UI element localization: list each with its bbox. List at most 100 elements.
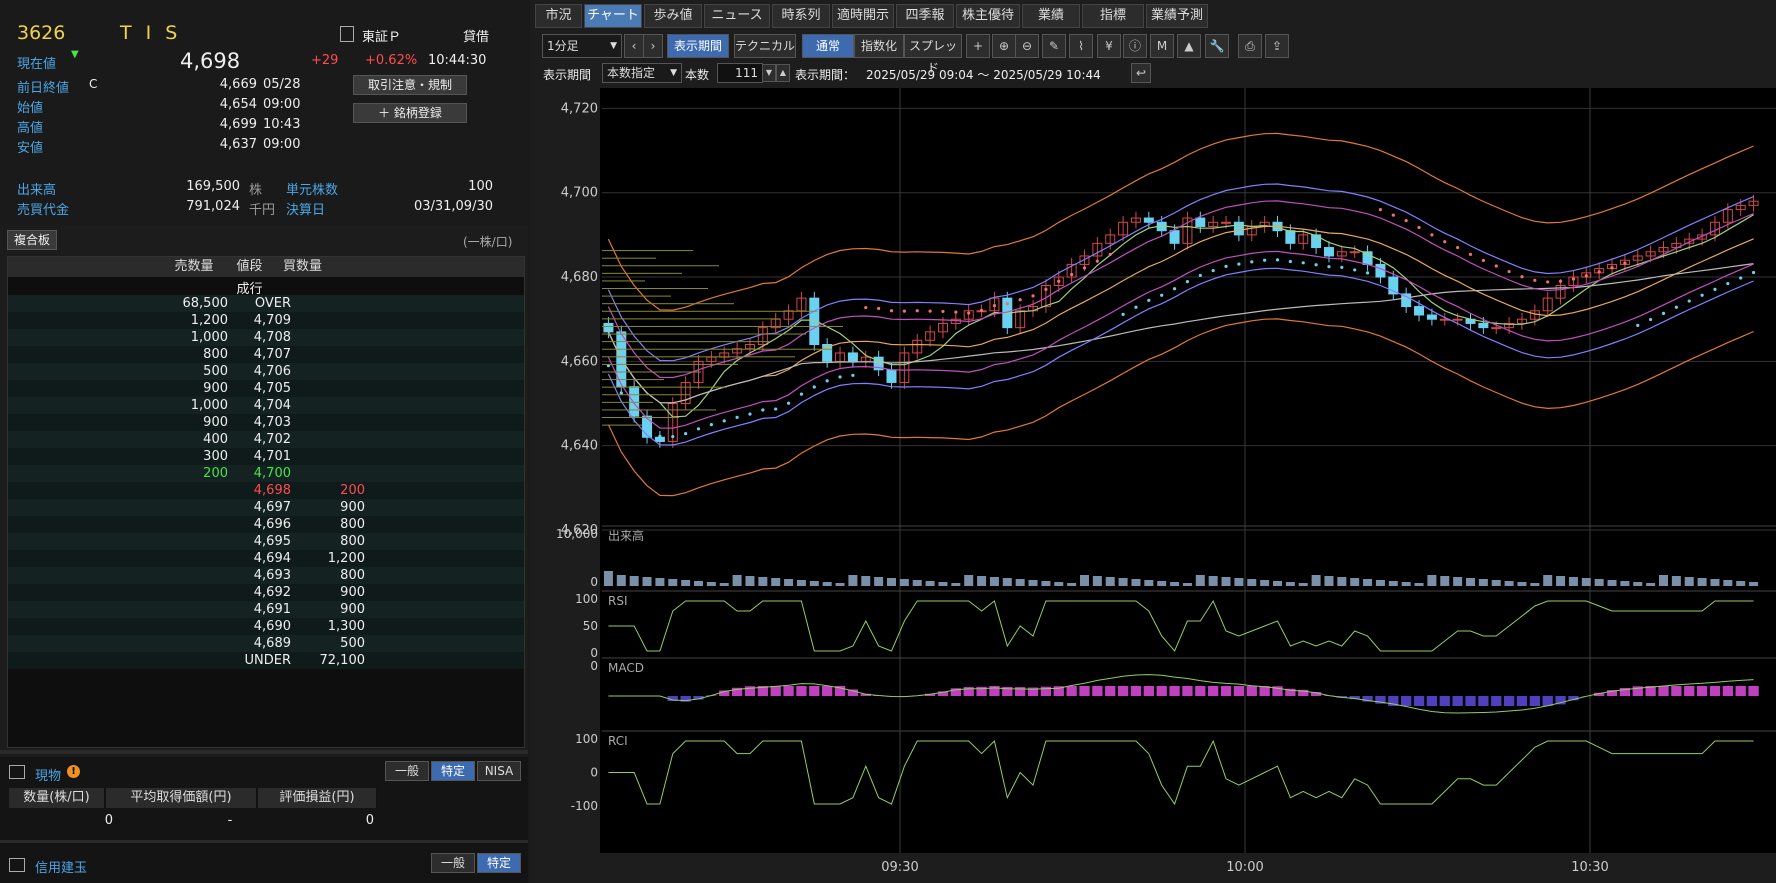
book-row[interactable]: 4,697 900 (8, 499, 524, 516)
tab-7[interactable]: 株主優待 (956, 4, 1020, 28)
technical-button[interactable]: テクニカル (734, 34, 796, 58)
tab-6[interactable]: 四季報 (896, 4, 954, 28)
macd-bar (1709, 686, 1721, 696)
candle-body[interactable] (1349, 251, 1360, 254)
book-row[interactable]: 4,690 1,300 (8, 618, 524, 635)
register-button[interactable]: ＋ 銘柄登録 (353, 103, 467, 123)
tab-1[interactable]: チャート (584, 4, 642, 28)
tab-2[interactable]: 歩み値 (644, 4, 702, 28)
wrench-icon[interactable]: 🔧 (1205, 34, 1229, 58)
tab-8[interactable]: 業績 (1022, 4, 1080, 28)
candle-body[interactable] (1375, 263, 1386, 278)
psar-dot (786, 401, 791, 405)
candle-body[interactable] (1414, 306, 1425, 316)
book-row[interactable]: 4,693 800 (8, 567, 524, 584)
reset-icon[interactable]: ↩ (1131, 63, 1151, 83)
zoom-out-icon[interactable]: ⊖ (1015, 34, 1039, 58)
book-row[interactable]: 4,698 200 (8, 482, 524, 499)
candle-body[interactable] (1169, 230, 1180, 244)
count-up-icon[interactable]: ▲ (776, 64, 790, 82)
yen-icon[interactable]: ¥ (1097, 34, 1121, 58)
info-icon[interactable]: ⓘ (1123, 34, 1147, 58)
tab-general[interactable]: 一般 (385, 761, 429, 781)
tab-specific[interactable]: 特定 (431, 761, 475, 781)
candle-body[interactable] (1323, 247, 1334, 257)
book-row[interactable]: 1,000 4,704 (8, 397, 524, 414)
book-row[interactable]: 1,000 4,708 (8, 329, 524, 346)
pencil-icon[interactable]: ✎ (1042, 34, 1066, 58)
tab-9[interactable]: 指標 (1082, 4, 1144, 28)
window-icon[interactable] (9, 765, 25, 779)
book-row[interactable]: 800 4,707 (8, 346, 524, 363)
book-row[interactable]: 4,691 900 (8, 601, 524, 618)
candle-body[interactable] (1143, 217, 1154, 223)
zoom-in-icon[interactable]: ⊕ (992, 34, 1016, 58)
candle-body[interactable] (1491, 327, 1502, 330)
book-row[interactable]: 4,692 900 (8, 584, 524, 601)
chart-area[interactable]: 4,7204,7004,6804,6604,6404,62009:30 10:00… (530, 88, 1776, 883)
candle-body[interactable] (1233, 221, 1244, 236)
plus-icon: ＋ (378, 106, 394, 120)
book-row[interactable]: 68,500 OVER (8, 295, 524, 312)
my-icon[interactable]: M (1150, 34, 1174, 58)
book-row[interactable]: 900 4,705 (8, 380, 524, 397)
tab-0[interactable]: 市況 (535, 4, 582, 28)
candle-body[interactable] (847, 352, 858, 362)
holdings-avg: - (227, 813, 233, 828)
crosshair-icon[interactable]: + (966, 34, 990, 58)
index-button[interactable]: 指数化 (854, 34, 904, 58)
next-icon[interactable]: › (643, 34, 663, 58)
period-button[interactable]: 表示期間 (667, 34, 729, 58)
print-icon[interactable]: ⎙ (1238, 34, 1262, 58)
prev-icon[interactable]: ‹ (624, 34, 644, 58)
tab-5[interactable]: 適時開示 (832, 4, 894, 28)
tab-3[interactable]: ニュース (704, 4, 770, 28)
book-row[interactable]: 1,200 4,709 (8, 312, 524, 329)
book-row[interactable]: 4,695 800 (8, 533, 524, 550)
candle-body[interactable] (1195, 217, 1206, 227)
book-row[interactable]: 4,694 1,200 (8, 550, 524, 567)
export-icon[interactable]: ⇪ (1265, 34, 1289, 58)
psar-dot (774, 407, 778, 411)
book-row[interactable]: 300 4,701 (8, 448, 524, 465)
book-title-button[interactable]: 複合板 (7, 230, 57, 250)
trade-rules-button[interactable]: 取引注意・規制 (353, 75, 467, 95)
book-row[interactable]: UNDER 72,100 (8, 652, 524, 669)
tab-10[interactable]: 業績予測 (1146, 4, 1208, 28)
margin-tab-specific[interactable]: 特定 (477, 853, 521, 873)
book-row[interactable]: 4,689 500 (8, 635, 524, 652)
candle-body[interactable] (1478, 322, 1489, 329)
book-row[interactable]: 500 4,706 (8, 363, 524, 380)
volume-bar (861, 576, 871, 586)
candle-body[interactable] (1221, 221, 1232, 224)
indicator-icon[interactable]: ⌇ (1069, 34, 1093, 58)
period-mode-select[interactable]: 本数指定 ▼ (602, 63, 682, 83)
area-icon[interactable]: ▲ (1177, 34, 1201, 58)
candle-body[interactable] (603, 322, 614, 333)
psar-dot (1700, 293, 1704, 297)
book-row[interactable]: 4,696 800 (8, 516, 524, 533)
candle-body[interactable] (1285, 230, 1296, 244)
alert-icon[interactable]: ! (67, 765, 80, 778)
document-icon[interactable] (340, 26, 354, 42)
macd-bar (1696, 686, 1708, 696)
candle-body[interactable] (1426, 314, 1437, 320)
candle-body[interactable] (1452, 318, 1463, 321)
count-input[interactable]: 111 (717, 63, 763, 83)
candle-body[interactable] (886, 369, 897, 383)
tab-4[interactable]: 時系列 (772, 4, 830, 28)
psar-dot (1288, 259, 1292, 264)
book-row[interactable]: 400 4,702 (8, 431, 524, 448)
tab-nisa[interactable]: NISA (477, 761, 521, 781)
normal-button[interactable]: 通常 (802, 34, 854, 58)
quote-row-label: 高値 (17, 121, 44, 136)
margin-tab-general[interactable]: 一般 (431, 853, 475, 873)
book-row[interactable]: 200 4,700 (8, 465, 524, 482)
window-icon-2[interactable] (9, 858, 25, 872)
book-row[interactable]: 900 4,703 (8, 414, 524, 431)
spread-button[interactable]: スプレッド (904, 34, 962, 75)
volume-profile (602, 280, 645, 282)
interval-select[interactable]: 1分足 ▼ (542, 34, 622, 58)
candle-body[interactable] (1401, 293, 1412, 308)
count-down-icon[interactable]: ▼ (762, 64, 776, 82)
